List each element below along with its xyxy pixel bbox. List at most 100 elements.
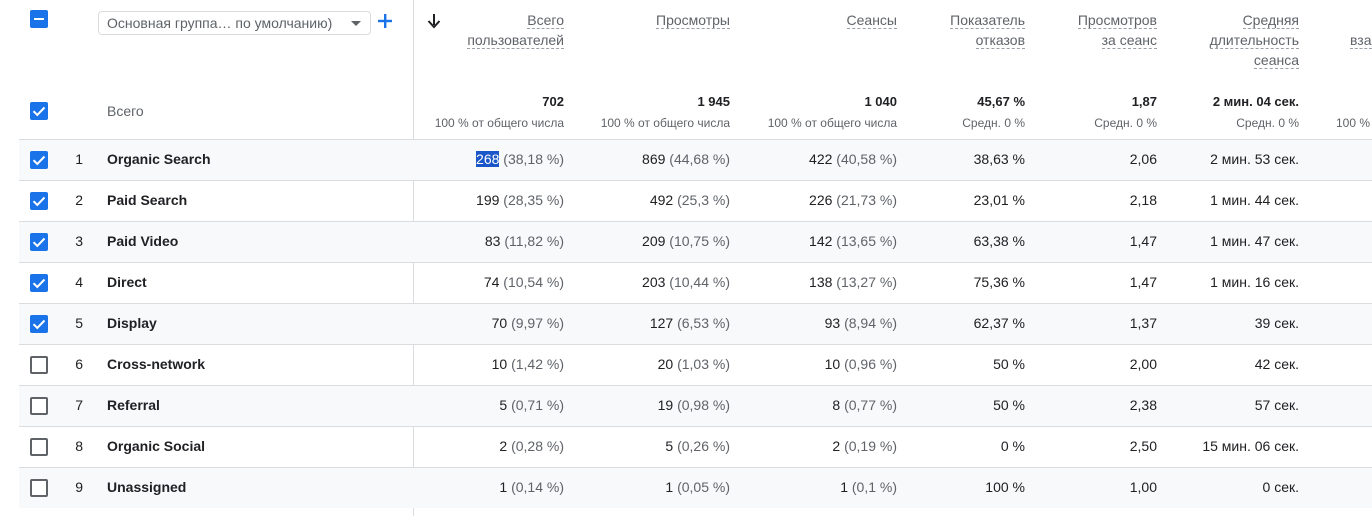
row-number: 4 [75, 274, 83, 290]
table-row[interactable]: 4 Direct 74 (10,54 %) 203 (10,44 %) 138 (13,… [19, 262, 1372, 303]
row-number: 9 [75, 479, 83, 495]
select-all-checkbox[interactable] [30, 102, 48, 120]
row-checkbox[interactable] [30, 438, 48, 456]
check-icon [32, 319, 46, 330]
dimension-group-select[interactable]: Основная группа… по умолчанию) [98, 11, 371, 35]
users-percent: (0,71 %) [511, 397, 564, 413]
row-checkbox[interactable] [30, 151, 48, 169]
row-checkbox[interactable] [30, 356, 48, 374]
column-header-total-users[interactable]: Всего пользователей [440, 10, 564, 50]
select-all-indeterminate-checkbox[interactable] [30, 10, 48, 28]
table-row[interactable]: 3 Paid Video 83 (11,82 %) 209 (10,75 %) 142 … [19, 221, 1372, 262]
column-header-bounce-rate[interactable]: Показатель отказов [920, 10, 1025, 50]
totals-label: Всего [107, 103, 144, 119]
table-row[interactable]: 2 Paid Search 199 (28,35 %) 492 (25,3 %) 226… [19, 180, 1372, 221]
total-vps-sub: Средн. 0 % [1094, 116, 1157, 130]
table-row[interactable]: 1 Organic Search 268 (38,18 %) 869 (44,68 %… [19, 139, 1372, 180]
users-percent: (0,28 %) [511, 438, 564, 454]
row-checkbox[interactable] [30, 233, 48, 251]
sessions-cell: 226 (21,73 %) [737, 192, 897, 208]
column-header-sessions[interactable]: Сеансы [770, 10, 897, 30]
arrow-down-icon[interactable] [427, 13, 441, 32]
bounce-rate-cell: 100 % [985, 479, 1025, 495]
sessions-percent: (21,73 %) [836, 192, 897, 208]
sessions-value: 138 [809, 274, 833, 290]
views-value: 209 [642, 233, 666, 249]
table-row[interactable]: 6 Cross-network 10 (1,42 %) 20 (1,03 %) 10 (… [19, 344, 1372, 385]
views-cell: 127 (6,53 %) [570, 315, 730, 331]
avg-duration-cell: 57 сек. [1254, 397, 1299, 413]
row-checkbox[interactable] [30, 192, 48, 210]
column-header-views-per-session[interactable]: Просмотров за сеанс [1050, 10, 1157, 50]
check-icon [32, 196, 46, 207]
views-per-session-cell: 1,47 [1129, 274, 1157, 290]
views-per-session-cell: 1,37 [1129, 315, 1157, 331]
sessions-percent: (0,1 %) [851, 479, 897, 495]
total-views-sub: 100 % от общего числа [600, 116, 730, 130]
views-value: 1 [665, 479, 674, 495]
views-value: 20 [657, 356, 674, 372]
column-header-label: сеанса [1253, 52, 1299, 69]
sessions-value: 1 [840, 479, 848, 495]
total-engagement-sub: 100 % [1336, 116, 1371, 130]
views-percent: (10,75 %) [669, 233, 730, 249]
column-header-engagement[interactable]: вза [1350, 30, 1372, 50]
column-header-views[interactable]: Просмотры [600, 10, 730, 30]
bounce-rate-cell: 0 % [1000, 438, 1025, 454]
row-number: 6 [75, 356, 83, 372]
views-percent: (1,03 %) [677, 356, 730, 372]
views-cell: 492 (25,3 %) [570, 192, 730, 208]
users-cell: 70 (9,97 %) [400, 315, 564, 331]
column-header-label: Всего [527, 12, 564, 29]
check-icon [32, 278, 46, 289]
avg-duration-cell: 0 сек. [1262, 479, 1299, 495]
table-row[interactable]: 9 Unassigned 1 (0,14 %) 1 (0,05 %) 1 (0,1 %)… [19, 467, 1372, 508]
column-header-avg-session-duration[interactable]: Средняя длительность сеанса [1180, 10, 1299, 70]
sessions-percent: (0,19 %) [844, 438, 897, 454]
total-views-value: 1 945 [697, 94, 730, 109]
views-cell: 203 (10,44 %) [570, 274, 730, 290]
avg-duration-cell: 15 мин. 06 сек. [1202, 438, 1299, 454]
row-checkbox[interactable] [30, 274, 48, 292]
total-bounce-sub: Средн. 0 % [962, 116, 1025, 130]
row-number: 8 [75, 438, 83, 454]
views-cell: 20 (1,03 %) [570, 356, 730, 372]
users-value: 199 [476, 192, 500, 208]
views-per-session-cell: 1,00 [1129, 479, 1157, 495]
row-checkbox[interactable] [30, 315, 48, 333]
bounce-rate-cell: 23,01 % [973, 192, 1025, 208]
users-cell: 268 (38,18 %) [400, 151, 564, 167]
views-per-session-cell: 2,06 [1129, 151, 1157, 167]
total-users-sub: 100 % от общего числа [434, 116, 564, 130]
plus-icon[interactable] [377, 13, 393, 32]
table-row[interactable]: 7 Referral 5 (0,71 %) 19 (0,98 %) 8 (0,77 %)… [19, 385, 1372, 426]
channel-name: Paid Search [107, 192, 188, 208]
row-checkbox[interactable] [30, 397, 48, 415]
table-row[interactable]: 5 Display 70 (9,97 %) 127 (6,53 %) 93 (8,94 … [19, 303, 1372, 344]
total-duration-value: 2 мин. 04 сек. [1212, 94, 1299, 109]
users-value: 1 [499, 479, 508, 495]
row-number: 1 [75, 151, 83, 167]
table-row[interactable]: 8 Organic Social 2 (0,28 %) 5 (0,26 %) 2 (0,… [19, 426, 1372, 467]
views-percent: (25,3 %) [677, 192, 730, 208]
users-cell: 83 (11,82 %) [400, 233, 564, 249]
column-header-label: пользователей [467, 32, 564, 49]
column-header-label: длительность [1209, 32, 1299, 49]
total-users-value: 702 [542, 94, 564, 109]
channel-name: Direct [107, 274, 147, 290]
users-cell: 10 (1,42 %) [400, 356, 564, 372]
users-percent: (38,18 %) [503, 151, 564, 167]
row-number: 2 [75, 192, 83, 208]
channel-name: Referral [107, 397, 160, 413]
channel-name: Organic Social [107, 438, 206, 454]
bounce-rate-cell: 63,38 % [973, 233, 1025, 249]
views-percent: (6,53 %) [677, 315, 730, 331]
avg-duration-cell: 1 мин. 16 сек. [1210, 274, 1299, 290]
sessions-value: 2 [832, 438, 841, 454]
row-checkbox[interactable] [30, 479, 48, 497]
sessions-cell: 142 (13,65 %) [737, 233, 897, 249]
avg-duration-cell: 1 мин. 44 сек. [1210, 192, 1299, 208]
views-value: 5 [665, 438, 674, 454]
channel-name: Paid Video [107, 233, 179, 249]
avg-duration-cell: 2 мин. 53 сек. [1210, 151, 1299, 167]
